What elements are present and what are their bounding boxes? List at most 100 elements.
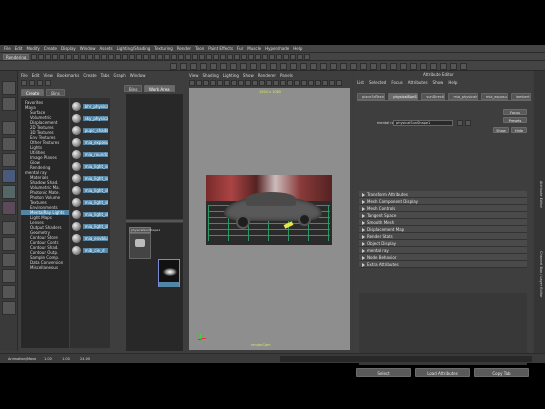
sky-node[interactable]	[158, 259, 180, 287]
swatch-item[interactable]: mia_light_sh.	[72, 184, 108, 196]
menu-item[interactable]: Display	[61, 46, 76, 51]
panel-tool-icon[interactable]	[252, 79, 258, 86]
status-tool-icon[interactable]	[206, 53, 212, 60]
panel-tool-icon[interactable]	[301, 79, 307, 86]
panel-tool-icon[interactable]	[266, 79, 272, 86]
shelf-tool-icon[interactable]	[260, 62, 267, 70]
status-tool-icon[interactable]	[241, 53, 247, 60]
status-tool-icon[interactable]	[129, 53, 135, 60]
shelf-tool-icon[interactable]	[370, 62, 377, 70]
panel-tool-icon[interactable]	[259, 79, 265, 86]
panel-tool-icon[interactable]	[322, 79, 328, 86]
go-to-output-icon[interactable]	[465, 120, 471, 126]
status-tool-icon[interactable]	[108, 53, 114, 60]
hs-toggle-icon[interactable]	[21, 79, 27, 86]
tab-work-area[interactable]: Work Area	[144, 85, 175, 92]
swatch-item[interactable]: mia_light_sh.	[72, 196, 108, 208]
hypershade-menu-item[interactable]: Window	[130, 73, 146, 78]
layout-hypershade-icon[interactable]	[2, 301, 16, 315]
status-tool-icon[interactable]	[269, 53, 275, 60]
swatch-item[interactable]: mia_exposure	[72, 136, 108, 148]
panel-tool-icon[interactable]	[245, 79, 251, 86]
attr-menu-item[interactable]: Help	[448, 80, 457, 85]
hs-graph-icon[interactable]	[29, 79, 35, 86]
node-tab[interactable]: place3dTexture1	[357, 92, 386, 100]
shelf-tool-icon[interactable]	[330, 62, 337, 70]
side-tab-attribute-editor[interactable]: Attribute Editor	[539, 181, 543, 241]
hypershade-menu-item[interactable]: Edit	[32, 73, 40, 78]
menu-item[interactable]: Window	[80, 46, 96, 51]
lasso-tool-icon[interactable]	[2, 97, 16, 111]
status-tool-icon[interactable]	[178, 53, 184, 60]
move-tool-icon[interactable]	[2, 121, 16, 135]
status-tool-icon[interactable]	[157, 53, 163, 60]
panel-tool-icon[interactable]	[287, 79, 293, 86]
status-tool-icon[interactable]	[164, 53, 170, 60]
shelf-tool-icon[interactable]	[390, 62, 397, 70]
status-tool-icon[interactable]	[171, 53, 177, 60]
status-tool-icon[interactable]	[45, 53, 51, 60]
swatch-item[interactable]: mia_light_surf.	[72, 160, 108, 172]
shelf-tool-icon[interactable]	[360, 62, 367, 70]
shelf-tool-icon[interactable]	[440, 62, 447, 70]
attr-menu-item[interactable]: Selected	[369, 80, 386, 85]
shelf-tool-icon[interactable]	[290, 62, 297, 70]
node-tab[interactable]: physicalSunShape1	[388, 92, 419, 100]
status-tool-icon[interactable]	[304, 53, 310, 60]
swatch-item[interactable]: mia_light_sur.	[72, 172, 108, 184]
shelf-tool-icon[interactable]	[200, 62, 207, 70]
menu-item[interactable]: Lighting/Shading	[117, 46, 151, 51]
layout-split-icon[interactable]	[2, 253, 16, 267]
hs-rearrange-icon[interactable]	[45, 79, 51, 86]
attr-section-header[interactable]: Smooth Mesh	[359, 219, 527, 226]
shelf-tool-icon[interactable]	[270, 62, 277, 70]
swatch-item[interactable]: mia_envblur	[72, 232, 108, 244]
sunshape-node-body[interactable]	[129, 233, 151, 259]
shelf-tool-icon[interactable]	[460, 62, 467, 70]
shelf-tool-icon[interactable]	[240, 62, 247, 70]
panel-menu-item[interactable]: Panels	[280, 73, 293, 78]
node-tab[interactable]: sunDirection	[421, 92, 446, 100]
attr-section-header[interactable]: Displacement Map	[359, 226, 527, 233]
shelf-tool-icon[interactable]	[450, 62, 457, 70]
menu-item[interactable]: Paint Effects	[208, 46, 233, 51]
mode-dropdown[interactable]: Rendering	[3, 53, 29, 60]
status-tool-icon[interactable]	[101, 53, 107, 60]
scale-tool-icon[interactable]	[2, 153, 16, 167]
shelf-tool-icon[interactable]	[220, 62, 227, 70]
shelf-tool-icon[interactable]	[420, 62, 427, 70]
panel-tool-icon[interactable]	[336, 79, 342, 86]
status-tool-icon[interactable]	[297, 53, 303, 60]
node-tab[interactable]: mia_exposure1	[480, 92, 508, 100]
shelf-tool-icon[interactable]	[190, 62, 197, 70]
status-tool-icon[interactable]	[94, 53, 100, 60]
shelf-tool-icon[interactable]	[430, 62, 437, 70]
shelf-tool-icon[interactable]	[380, 62, 387, 70]
panel-tool-icon[interactable]	[329, 79, 335, 86]
menu-item[interactable]: Texturing	[154, 46, 172, 51]
viewport[interactable]: 1920 x 1080 renderCam	[189, 88, 350, 350]
panel-tool-icon[interactable]	[238, 79, 244, 86]
panel-menu-item[interactable]: Lighting	[223, 73, 239, 78]
shelf-tool-icon[interactable]	[250, 62, 257, 70]
hypershade-menu-item[interactable]: File	[21, 73, 28, 78]
status-tool-icon[interactable]	[87, 53, 93, 60]
attr-section-header[interactable]: Object Display	[359, 240, 527, 247]
menu-item[interactable]: Toon	[195, 46, 204, 51]
menu-item[interactable]: Muscle	[247, 46, 261, 51]
status-tool-icon[interactable]	[192, 53, 198, 60]
swatch-item[interactable]: mia_light_sh.	[72, 220, 108, 232]
panel-tool-icon[interactable]	[315, 79, 321, 86]
shelf-tool-icon[interactable]	[170, 62, 177, 70]
panel-tool-icon[interactable]	[217, 79, 223, 86]
tab-create[interactable]: Create	[21, 89, 45, 96]
manipulator-tool-icon[interactable]	[2, 169, 16, 183]
status-tool-icon[interactable]	[73, 53, 79, 60]
shelf-tool-icon[interactable]	[280, 62, 287, 70]
menu-item[interactable]: File	[4, 46, 11, 51]
menu-item[interactable]: Render	[177, 46, 191, 51]
status-tool-icon[interactable]	[213, 53, 219, 60]
select-tool-icon[interactable]	[2, 81, 16, 95]
status-tool-icon[interactable]	[220, 53, 226, 60]
layout-single-icon[interactable]	[2, 221, 16, 235]
